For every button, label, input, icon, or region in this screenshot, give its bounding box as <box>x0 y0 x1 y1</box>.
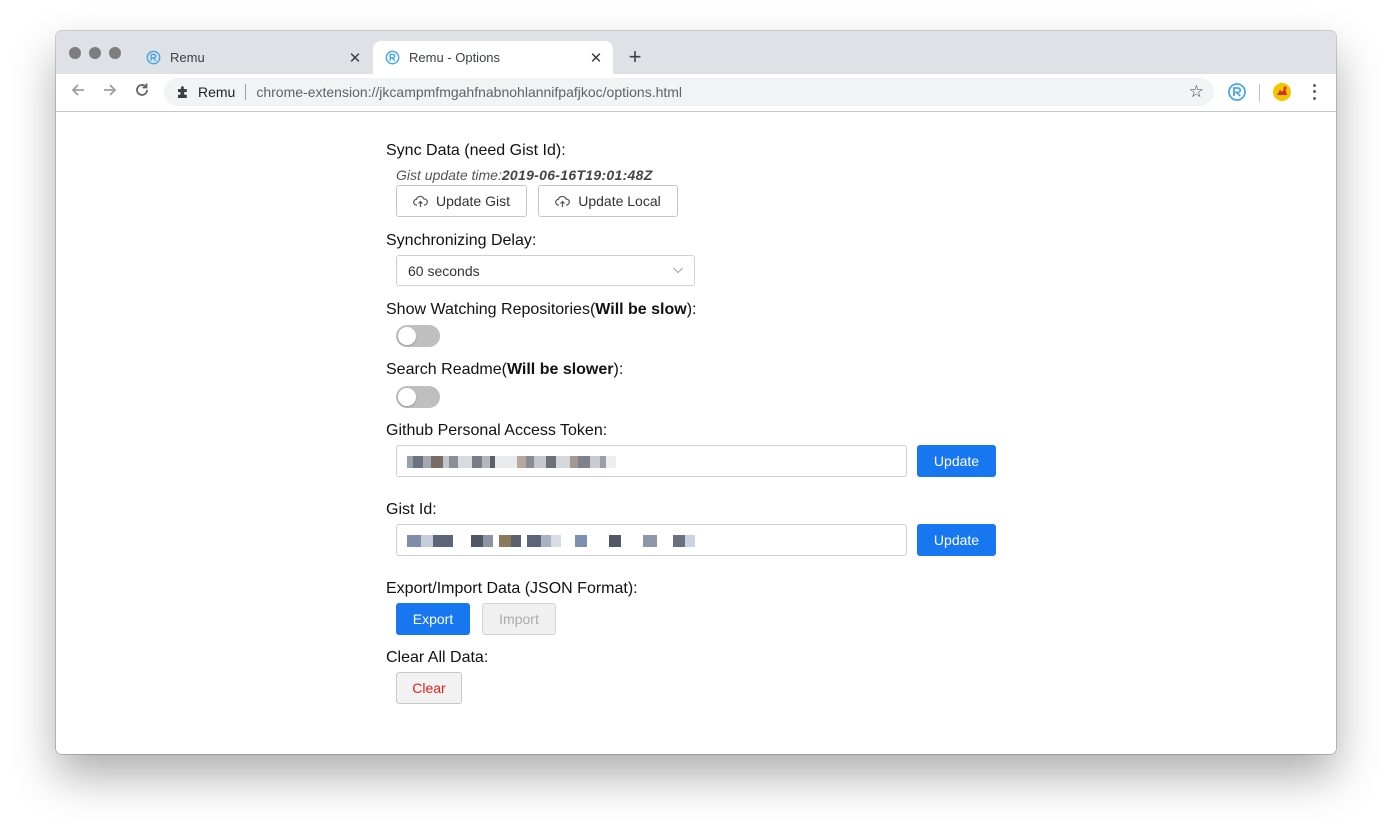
gist-id-label: Gist Id: <box>386 501 437 518</box>
search-readme-label: Search Readme(Will be slower): <box>386 361 623 379</box>
gist-update-time-label: Gist update time: <box>396 167 502 183</box>
avatar[interactable] <box>1272 82 1292 102</box>
access-token-input[interactable] <box>396 445 907 477</box>
browser-toolbar: Remu chrome-extension://jkcampmfmgahfnab… <box>56 74 1336 112</box>
browser-window: Remu ✕ Remu - Options ✕ + Remu chrome-ex… <box>56 31 1336 754</box>
clear-label: Clear <box>412 680 446 696</box>
address-separator <box>245 84 247 100</box>
gist-id-input[interactable] <box>396 524 907 556</box>
close-window-button[interactable] <box>69 47 81 59</box>
update-gist-button[interactable]: Update Gist <box>396 185 527 217</box>
forward-icon[interactable] <box>99 81 121 103</box>
export-import-label: Export/Import Data (JSON Format): <box>386 580 638 597</box>
update-local-button[interactable]: Update Local <box>538 185 678 217</box>
remu-icon <box>385 50 400 65</box>
masked-gist-id-value <box>407 534 695 548</box>
reload-icon[interactable] <box>131 81 153 103</box>
watching-label-text: Show Watching Repositories( <box>386 301 596 318</box>
clear-data-label: Clear All Data: <box>386 649 489 666</box>
update-gist-id-button[interactable]: Update <box>917 524 996 556</box>
toggle-knob <box>398 388 416 406</box>
update-gist-id-label: Update <box>933 532 980 548</box>
tab-title: Remu <box>170 50 205 65</box>
chevron-down-icon <box>673 267 683 274</box>
readme-label-text: Search Readme( <box>386 361 507 378</box>
minimize-window-button[interactable] <box>89 47 101 59</box>
close-tab-icon[interactable]: ✕ <box>585 49 607 67</box>
zoom-window-button[interactable] <box>109 47 121 59</box>
back-icon[interactable] <box>67 81 89 103</box>
options-page: Sync Data (need Gist Id): Gist update ti… <box>56 112 1336 754</box>
watching-label-suffix: ): <box>686 301 697 318</box>
import-button[interactable]: Import <box>482 603 556 635</box>
watching-repos-toggle[interactable] <box>396 325 440 347</box>
readme-label-suffix: ): <box>613 361 624 378</box>
close-tab-icon[interactable]: ✕ <box>344 49 366 67</box>
tab-remu[interactable]: Remu ✕ <box>134 41 372 74</box>
puzzle-icon <box>178 86 187 98</box>
new-tab-icon[interactable]: + <box>622 44 648 70</box>
remu-extension-icon[interactable] <box>1227 82 1247 102</box>
export-button[interactable]: Export <box>396 603 470 635</box>
access-token-label: Github Personal Access Token: <box>386 422 608 439</box>
cloud-download-icon <box>555 195 571 207</box>
clear-button[interactable]: Clear <box>396 672 462 704</box>
sync-delay-label: Synchronizing Delay: <box>386 232 537 249</box>
sync-delay-select[interactable]: 60 seconds <box>396 255 695 286</box>
update-gist-label: Update Gist <box>436 193 510 209</box>
update-token-button[interactable]: Update <box>917 445 996 477</box>
cloud-upload-icon <box>413 195 428 207</box>
gist-update-time: Gist update time:2019-06-16T19:01:48Z <box>396 167 653 183</box>
search-readme-toggle[interactable] <box>396 386 440 408</box>
sync-data-label: Sync Data (need Gist Id): <box>386 142 566 159</box>
update-local-label: Update Local <box>578 193 661 209</box>
readme-label-bold: Will be slower <box>506 361 614 378</box>
tab-remu-options[interactable]: Remu - Options ✕ <box>373 41 613 74</box>
sync-delay-value: 60 seconds <box>408 262 480 279</box>
masked-token-value <box>407 455 616 469</box>
gist-update-time-value: 2019-06-16T19:01:48Z <box>501 167 653 183</box>
toggle-knob <box>398 327 416 345</box>
tab-title: Remu - Options <box>409 50 501 65</box>
browser-menu-icon[interactable] <box>1308 82 1320 102</box>
bookmark-star-icon[interactable]: ☆ <box>1189 82 1204 102</box>
update-token-label: Update <box>933 453 980 469</box>
import-label: Import <box>499 611 539 627</box>
watching-repos-label: Show Watching Repositories(Will be slow)… <box>386 301 696 319</box>
tab-strip: Remu ✕ Remu - Options ✕ + <box>56 31 1336 74</box>
address-chip: Remu <box>198 84 236 100</box>
address-bar[interactable]: Remu chrome-extension://jkcampmfmgahfnab… <box>164 78 1214 106</box>
url-text[interactable]: chrome-extension://jkcampmfmgahfnabnohla… <box>256 84 682 100</box>
remu-icon <box>146 50 161 65</box>
toolbar-divider <box>1259 84 1260 102</box>
export-label: Export <box>412 611 454 627</box>
watching-label-bold: Will be slow <box>595 301 687 318</box>
